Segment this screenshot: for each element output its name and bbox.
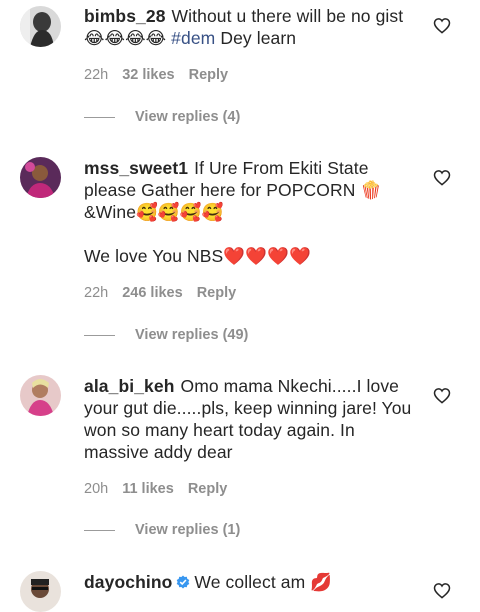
divider-line xyxy=(84,529,115,531)
hashtag-link[interactable]: #dem xyxy=(171,28,215,48)
comment-time: 22h xyxy=(84,285,109,301)
comment-body-second-paragraph: We love You NBS❤️❤️❤️❤️ xyxy=(84,246,311,266)
heart-outline-icon[interactable] xyxy=(433,17,451,34)
comment-meta: 22h 246 likes Reply xyxy=(84,285,250,301)
comment-body: We collect am 💋 xyxy=(194,572,333,592)
avatar[interactable] xyxy=(20,571,61,612)
view-replies-button[interactable]: View replies (49) xyxy=(84,327,248,343)
comment-username[interactable]: mss_sweet1 xyxy=(84,158,188,178)
view-replies-label[interactable]: View replies (1) xyxy=(135,522,240,538)
view-replies-button[interactable]: View replies (4) xyxy=(84,109,240,125)
comment-username[interactable]: bimbs_28 xyxy=(84,6,166,26)
comment-meta: 20h 11 likes Reply xyxy=(84,481,241,497)
comment-likes[interactable]: 246 likes xyxy=(122,285,182,301)
divider-line xyxy=(84,334,115,336)
view-replies-label[interactable]: View replies (49) xyxy=(135,327,248,343)
verified-badge-icon xyxy=(176,572,190,589)
reply-button[interactable]: Reply xyxy=(189,67,229,83)
comment-meta: 22h 32 likes Reply xyxy=(84,67,242,83)
divider-line xyxy=(84,116,115,118)
view-replies-button[interactable]: View replies (1) xyxy=(84,522,240,538)
comment-body-tail: Dey learn xyxy=(220,28,297,48)
comment-username[interactable]: dayochino xyxy=(84,572,172,592)
reply-button[interactable]: Reply xyxy=(197,285,237,301)
comment-text: mss_sweet1 If Ure From Ekiti State please… xyxy=(84,157,414,267)
comment-time: 22h xyxy=(84,67,109,83)
comment-time: 20h xyxy=(84,481,109,497)
view-replies-label[interactable]: View replies (4) xyxy=(135,109,240,125)
comment-likes[interactable]: 11 likes xyxy=(122,481,174,497)
comment-text: ala_bi_keh Omo mama Nkechi.....I love you… xyxy=(84,375,414,463)
reply-button[interactable]: Reply xyxy=(188,481,228,497)
comment-text: bimbs_28 Without u there will be no gist … xyxy=(84,5,414,49)
heart-outline-icon[interactable] xyxy=(433,169,451,186)
comment-likes[interactable]: 32 likes xyxy=(122,67,174,83)
heart-outline-icon[interactable] xyxy=(433,582,451,599)
heart-outline-icon[interactable] xyxy=(433,387,451,404)
comment-username[interactable]: ala_bi_keh xyxy=(84,376,175,396)
comment-text: dayochino We collect am 💋 xyxy=(84,571,414,593)
avatar[interactable] xyxy=(20,157,61,198)
avatar[interactable] xyxy=(20,375,61,416)
avatar[interactable] xyxy=(20,6,61,47)
